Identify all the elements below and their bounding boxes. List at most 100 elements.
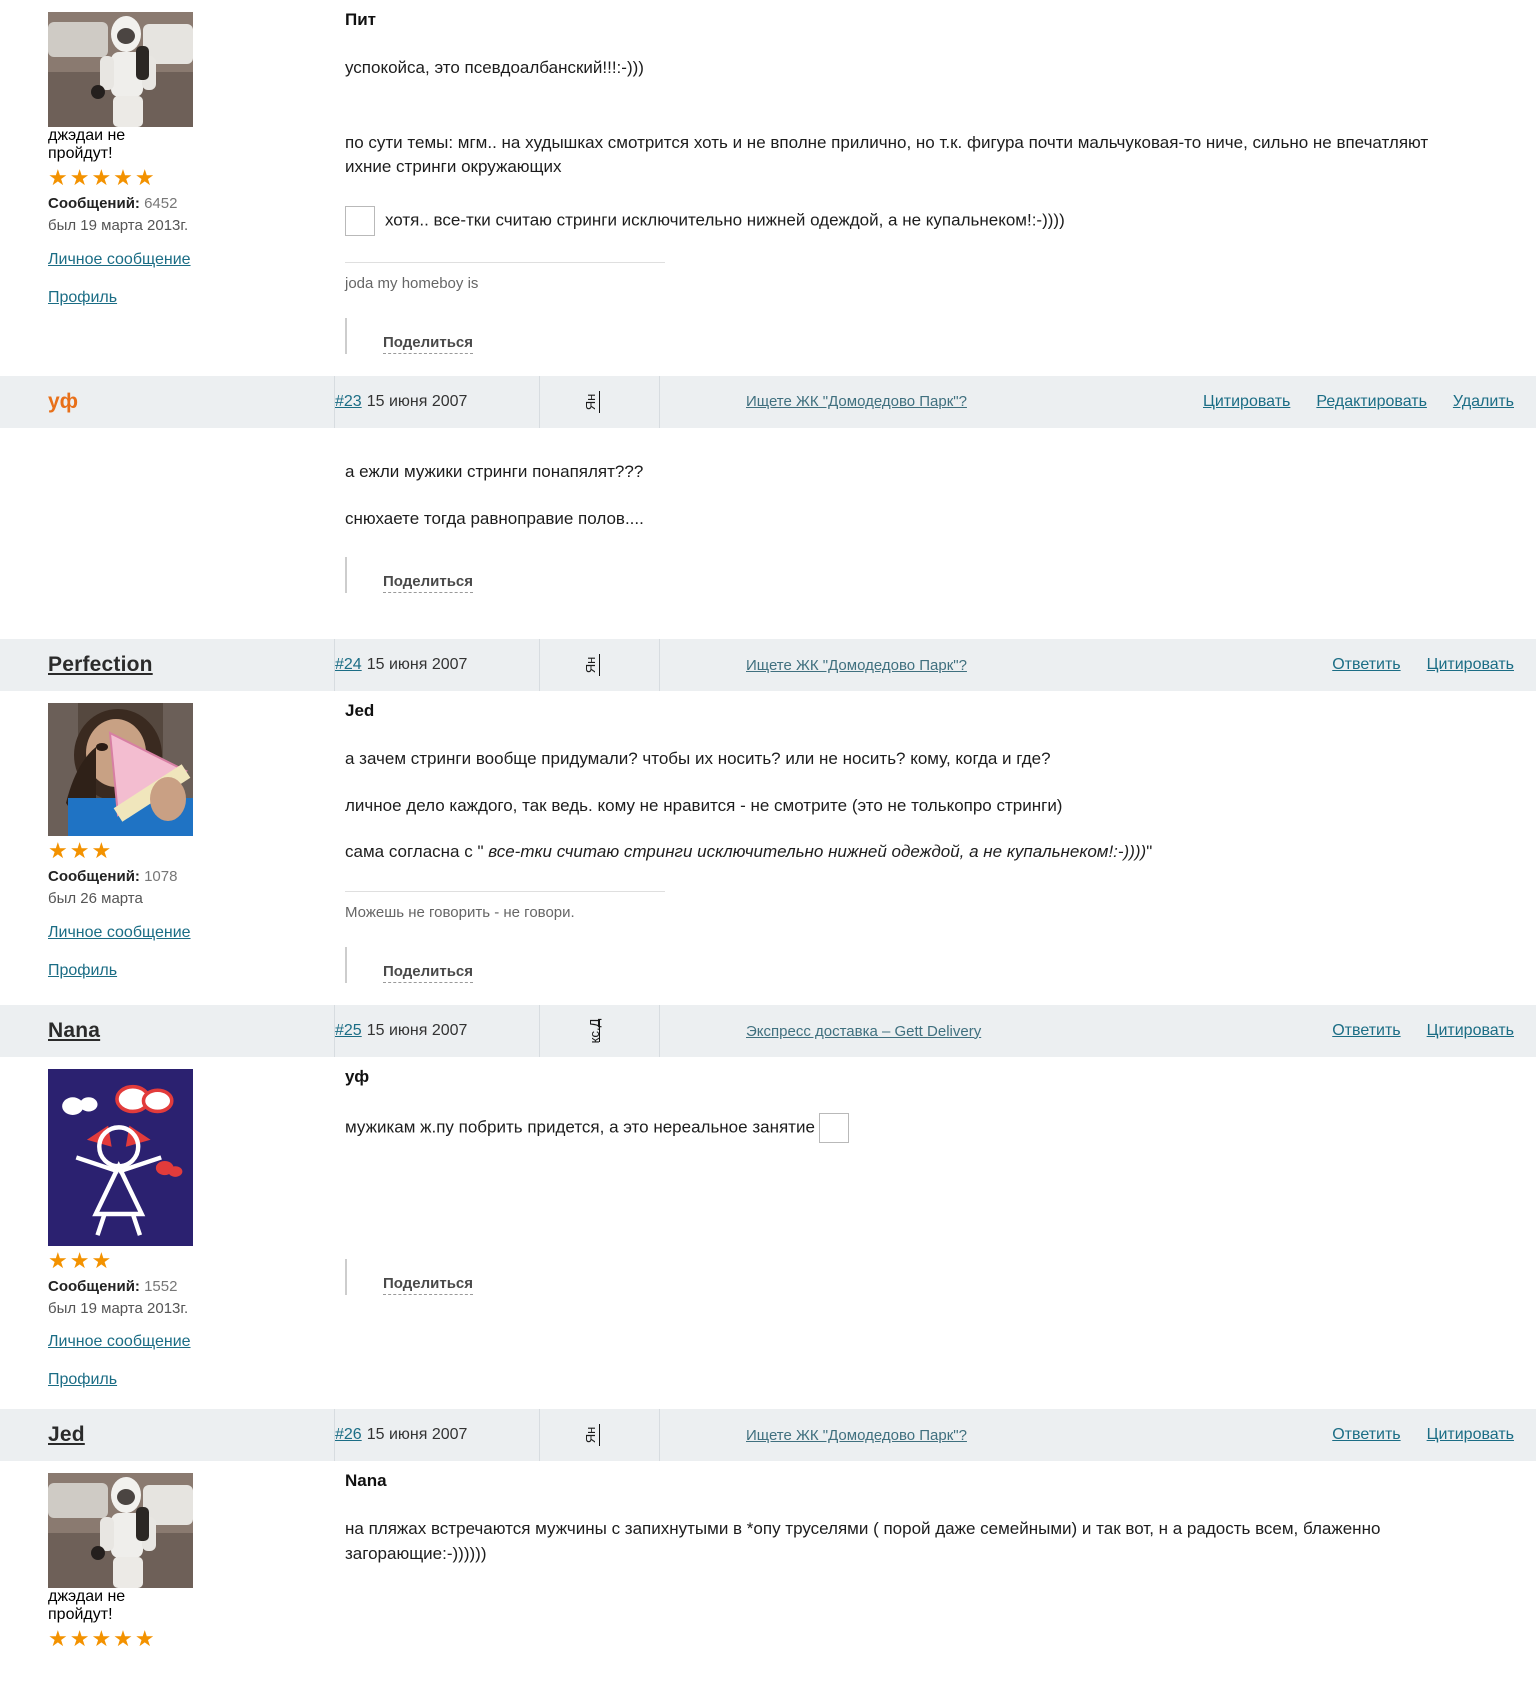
share-button[interactable]: Поделиться: [383, 573, 474, 594]
post-sidebar: джэдаи не пройдут! ★★★★★: [0, 1461, 335, 1654]
post-count: Сообщений: 1552: [48, 1276, 335, 1298]
post-paragraph: на пляжах встречаются мужчины с запихнут…: [345, 1519, 1381, 1564]
post-number-link[interactable]: #23: [335, 393, 362, 411]
header-username-cell: Jed: [0, 1409, 335, 1462]
quoted-author: Пит: [345, 10, 376, 29]
quote-action[interactable]: Цитировать: [1203, 393, 1290, 411]
avatar-image: [48, 1069, 193, 1246]
post-actions: Цитировать Редактировать Удалить: [1203, 376, 1536, 428]
post-count-label: Сообщений:: [48, 1277, 140, 1295]
post-paragraph: снюхаете тогда равноправие полов....: [345, 508, 644, 528]
header-postnumber-cell: #25 15 июня 2007: [335, 1005, 540, 1058]
post-paragraph: а ежли мужики стринги понапялят???: [345, 461, 644, 481]
ad-link[interactable]: Экспресс доставка – Gett Delivery: [746, 1023, 981, 1040]
signature: joda my homeboy is: [345, 261, 665, 292]
ad-link[interactable]: Ищете ЖК "Домодедово Парк"?: [746, 657, 967, 674]
edit-action[interactable]: Редактировать: [1316, 393, 1427, 411]
post-header: уф #23 15 июня 2007 Ян Ищете ЖК "Домодед…: [0, 375, 1536, 428]
sidebar-links: Личное сообщение Профиль: [48, 1333, 335, 1389]
avatar-image: [48, 703, 193, 837]
avatar-image: [48, 1473, 193, 1589]
post-paragraph: а зачем стринги вообще придумали? чтобы …: [345, 749, 1051, 769]
delete-action[interactable]: Удалить: [1453, 393, 1514, 411]
post-paragraph-text: хотя.. все-тки считаю стринги исключител…: [385, 210, 1065, 230]
share-button[interactable]: Поделиться: [383, 963, 474, 984]
avatar-caption: джэдаи не пройдут!: [48, 127, 126, 162]
post-24: Perfection #24 15 июня 2007 Ян Ищете ЖК …: [0, 639, 1536, 1005]
post-count: Сообщений: 1078: [48, 866, 335, 888]
profile-link[interactable]: Профиль: [48, 962, 335, 980]
post-26: Jed #26 15 июня 2007 Ян Ищете ЖК "Домоде…: [0, 1409, 1536, 1654]
post-paragraph-with-image: хотя.. все-тки считаю стринги исключител…: [345, 205, 1476, 236]
reply-action[interactable]: Ответить: [1332, 1022, 1400, 1040]
avatar: джэдаи не пройдут!: [48, 1473, 193, 1624]
ad-marker-bar: [599, 1020, 600, 1043]
share-area: Поделиться: [345, 317, 1476, 354]
post-paragraph: успокойса, это псевдоалбанский!!!:-))): [345, 58, 644, 77]
sidebar-links: Личное сообщение Профиль: [48, 251, 335, 307]
private-message-link[interactable]: Личное сообщение: [48, 251, 335, 269]
quote-action[interactable]: Цитировать: [1427, 656, 1514, 674]
broken-image-icon: [345, 205, 375, 236]
quoted-author: Jed: [345, 701, 375, 721]
reply-action[interactable]: Ответить: [1332, 1426, 1400, 1444]
post-header: Nana #25 15 июня 2007 кс.Д Экспресс дост…: [0, 1005, 1536, 1058]
post-25: Nana #25 15 июня 2007 кс.Д Экспресс дост…: [0, 1005, 1536, 1409]
post-date: 15 июня 2007: [366, 1022, 468, 1040]
post-date: 15 июня 2007: [366, 656, 468, 674]
quoted-author: уф: [345, 1067, 370, 1087]
post-author-link[interactable]: Perfection: [48, 653, 153, 677]
post-author-link[interactable]: Jed: [48, 1423, 85, 1447]
post-count-value: 1078: [144, 868, 178, 886]
quote-italic: все-тки считаю стринги исключительно ниж…: [488, 842, 1147, 862]
post-count-label: Сообщений:: [48, 195, 140, 212]
private-message-link[interactable]: Личное сообщение: [48, 1333, 335, 1351]
post-actions: Ответить Цитировать: [1332, 639, 1536, 691]
post-sidebar: ★★★ Сообщений: 1078 был 26 марта Личное …: [0, 691, 335, 1005]
ad-marker-label: Ян: [582, 656, 598, 674]
ad-link[interactable]: Ищете ЖК "Домодедово Парк"?: [746, 1427, 967, 1444]
profile-link[interactable]: Профиль: [48, 289, 335, 307]
ad-link[interactable]: Ищете ЖК "Домодедово Парк"?: [746, 393, 967, 410]
post-number-link[interactable]: #24: [335, 656, 362, 674]
rating-stars: ★★★★★: [48, 165, 157, 190]
post-paragraph-with-image: мужикам ж.пу побрить придется, а это нер…: [345, 1113, 1476, 1144]
broken-image-icon: [818, 1113, 849, 1144]
post-count-label: Сообщений:: [48, 868, 140, 886]
post-number-link[interactable]: #25: [335, 1022, 362, 1040]
header-postnumber-cell: #24 15 июня 2007: [335, 639, 540, 692]
ad-marker-label: Ян: [582, 1427, 598, 1444]
post-sidebar: ★★★ Сообщений: 1552 был 19 марта 2013г. …: [0, 1057, 335, 1409]
avatar-image: [48, 12, 193, 127]
share-button[interactable]: Поделиться: [383, 1275, 474, 1296]
ad-slot: Ищете ЖК "Домодедово Парк"?: [660, 639, 1332, 691]
post-22-tail: джэдаи не пройдут! ★★★★★ Сообщений: 6452…: [0, 0, 1536, 376]
post-author-link[interactable]: Nana: [48, 1019, 100, 1043]
profile-link[interactable]: Профиль: [48, 1371, 335, 1389]
header-username-cell: Perfection: [0, 639, 335, 692]
ad-marker: Ян: [540, 375, 660, 428]
post-actions: Ответить Цитировать: [1332, 1005, 1536, 1057]
post-body: джэдаи не пройдут! ★★★★★ Сообщений: 6452…: [0, 0, 1536, 376]
avatar: джэдаи не пройдут!: [48, 12, 193, 163]
post-body: ★★★ Сообщений: 1078 был 26 марта Личное …: [0, 691, 1536, 1005]
post-content: Jed а зачем стринги вообще придумали? чт…: [335, 691, 1536, 1005]
ad-marker-bar: [599, 390, 600, 413]
reply-action[interactable]: Ответить: [1332, 656, 1400, 674]
ad-marker-bar: [599, 654, 600, 677]
quote-action[interactable]: Цитировать: [1427, 1426, 1514, 1444]
ad-slot: Ищете ЖК "Домодедово Парк"?: [660, 1409, 1332, 1461]
ad-marker: кс.Д: [540, 1005, 660, 1058]
private-message-link[interactable]: Личное сообщение: [48, 924, 335, 942]
quote-suffix: ": [1146, 842, 1153, 862]
ad-marker-label: Ян: [582, 393, 598, 411]
signature: Можешь не говорить - не говори.: [345, 891, 665, 921]
post-count: Сообщений: 6452: [48, 193, 335, 215]
post-content: Пит успокойса, это псевдоалбанский!!!:-)…: [335, 0, 1536, 376]
post-body: а ежли мужики стринги понапялят??? снюха…: [0, 428, 1536, 615]
avatar: [48, 703, 193, 837]
share-button[interactable]: Поделиться: [383, 334, 474, 354]
rating-stars: ★★★: [48, 1247, 114, 1273]
post-number-link[interactable]: #26: [335, 1426, 362, 1444]
quote-action[interactable]: Цитировать: [1427, 1022, 1514, 1040]
